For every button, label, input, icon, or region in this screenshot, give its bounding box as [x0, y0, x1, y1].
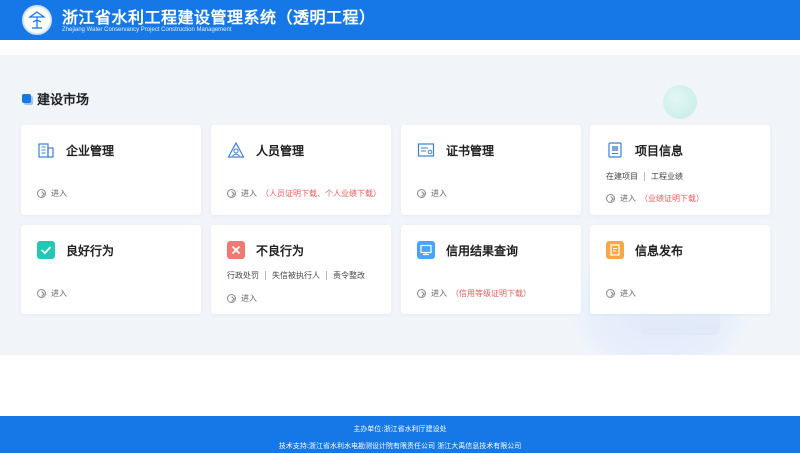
footer-organizer: 主办单位:浙江省水利厅建设处: [353, 425, 447, 433]
section-title: 建设市场: [37, 93, 90, 108]
enter-link[interactable]: 进入: [227, 293, 257, 304]
arrow-circle-icon: [37, 189, 46, 198]
project-doc-icon: [608, 142, 622, 158]
divider: [644, 172, 645, 181]
close-icon: [227, 241, 245, 259]
monitor-icon: [417, 241, 435, 259]
sublink-rectification-order[interactable]: 责令整改: [333, 270, 365, 281]
enter-link[interactable]: 进入 （业绩证明下载）: [606, 193, 704, 204]
decorative-ball: [663, 85, 697, 119]
building-icon: [38, 143, 54, 158]
card-title: 不良行为: [256, 244, 305, 258]
arrow-circle-icon: [227, 294, 236, 303]
arrow-circle-icon: [606, 194, 615, 203]
enter-link[interactable]: 进入 （信用等级证明下载）: [417, 288, 531, 299]
arrow-circle-icon: [37, 289, 46, 298]
divider: [265, 271, 266, 280]
card-bad-behavior[interactable]: 不良行为 行政处罚 失信被执行人 责令整改 进入: [211, 225, 391, 314]
footer: 主办单位:浙江省水利厅建设处 技术支持:浙江省水利水电勘测设计院有限责任公司 浙…: [0, 416, 800, 453]
sublink-dishonest-debtor[interactable]: 失信被执行人: [272, 270, 320, 281]
card-certificate-management[interactable]: 证书管理 进入: [401, 125, 581, 215]
water-tower-logo-icon: [27, 11, 47, 29]
app-subtitle: Zhejiang Water Conservancy Project Const…: [62, 27, 232, 33]
card-title: 人员管理: [256, 144, 305, 158]
logo: [22, 5, 52, 35]
card-title: 项目信息: [635, 144, 684, 158]
enter-link[interactable]: 进入: [417, 188, 447, 199]
arrow-circle-icon: [227, 189, 236, 198]
sublink-under-construction[interactable]: 在建项目: [606, 171, 638, 182]
download-note-link[interactable]: （业绩证明下载）: [640, 193, 704, 204]
card-title: 信用结果查询: [446, 244, 519, 258]
arrow-circle-icon: [606, 289, 615, 298]
header-bar: 浙江省水利工程建设管理系统（透明工程） Zhejiang Water Conse…: [0, 0, 800, 40]
download-note-link[interactable]: （信用等级证明下载）: [451, 288, 531, 299]
card-title: 信息发布: [635, 244, 684, 258]
enter-link[interactable]: 进入: [37, 288, 67, 299]
card-info-release[interactable]: 信息发布 进入: [590, 225, 770, 314]
card-good-behavior[interactable]: 良好行为 进入: [21, 225, 201, 314]
divider: [326, 271, 327, 280]
check-icon: [37, 241, 55, 259]
enter-link[interactable]: 进入 （人员证明下载、个人业绩下载）: [227, 188, 381, 199]
card-title: 良好行为: [66, 244, 115, 258]
person-triangle-icon: [227, 141, 245, 158]
footer-tech-support: 技术支持:浙江省水利水电勘测设计院有限责任公司 浙江大禹信息技术有限公司: [278, 442, 522, 450]
section-marker-icon: [22, 94, 31, 103]
sublink-administrative-penalty[interactable]: 行政处罚: [227, 270, 259, 281]
card-project-info[interactable]: 项目信息 在建项目 工程业绩 进入 （业绩证明下载）: [590, 125, 770, 215]
sublink-group: 行政处罚 失信被执行人 责令整改: [227, 270, 365, 281]
document-edit-icon: [606, 241, 624, 259]
card-title: 证书管理: [446, 144, 495, 158]
enter-link[interactable]: 进入: [37, 188, 67, 199]
sublink-project-performance[interactable]: 工程业绩: [651, 171, 683, 182]
card-title: 企业管理: [66, 144, 115, 158]
arrow-circle-icon: [417, 189, 426, 198]
section-header: 建设市场: [22, 89, 89, 108]
card-personnel-management[interactable]: 人员管理 进入 （人员证明下载、个人业绩下载）: [211, 125, 391, 215]
card-credit-query[interactable]: 信用结果查询 进入 （信用等级证明下载）: [401, 225, 581, 314]
download-note-link[interactable]: （人员证明下载、个人业绩下载）: [261, 188, 381, 199]
certificate-icon: [417, 143, 435, 157]
app-title: 浙江省水利工程建设管理系统（透明工程）: [62, 8, 376, 27]
arrow-circle-icon: [417, 289, 426, 298]
sublink-group: 在建项目 工程业绩: [606, 171, 683, 182]
enter-link[interactable]: 进入: [606, 288, 636, 299]
card-enterprise-management[interactable]: 企业管理 进入: [21, 125, 201, 215]
